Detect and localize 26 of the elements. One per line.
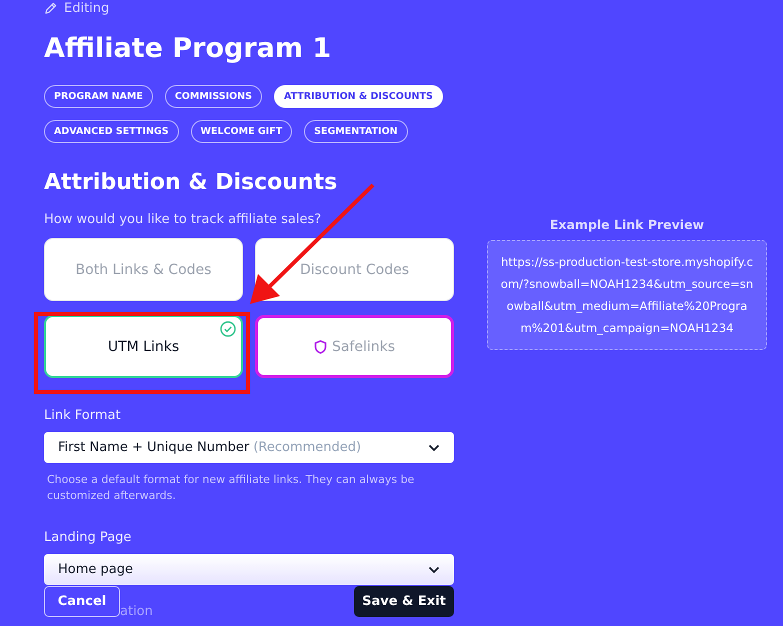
chevron-down-icon [428, 566, 440, 574]
section-tab[interactable]: COMMISSIONS [164, 85, 262, 108]
tracking-option[interactable]: UTM Links [44, 315, 243, 378]
section-title: Attribution & Discounts [44, 169, 338, 197]
section-tab[interactable]: ATTRIBUTION & DISCOUNTS [274, 85, 443, 108]
landing-page-select[interactable]: Home page [44, 554, 454, 585]
section-tab[interactable]: WELCOME GIFT [190, 120, 292, 143]
section-tab[interactable]: SEGMENTATION [304, 120, 408, 143]
shield-icon [314, 340, 327, 354]
question-text: How would you like to track affiliate sales? [44, 212, 322, 227]
field-label: Landing Page [44, 530, 132, 545]
section-tab[interactable]: PROGRAM NAME [44, 85, 153, 108]
section-tab[interactable]: ADVANCED SETTINGS [44, 120, 179, 143]
link-preview: https://ss-production-test-store.myshopify.com/?snowball=NOAH1234&utm_source=snowball&utm_medium=Affiliate%20Program%201&utm_campaign=NOAH1234 [487, 240, 767, 350]
help-text: Choose a default format for new affiliate links. They can always be customized afterwards. [46, 472, 416, 504]
link-format-select[interactable]: First Name + Unique Number (Recommended) [44, 432, 454, 463]
field-label: Link Format [44, 408, 122, 423]
preview-title: Example Link Preview [550, 217, 704, 232]
pencil-icon [44, 2, 57, 14]
page-title: Affiliate Program 1 [44, 33, 332, 65]
cancel-button[interactable]: Cancel [44, 586, 120, 617]
editing-label: Editing [64, 0, 110, 16]
save-button[interactable]: Save & Exit [354, 586, 454, 617]
field-label: ation [120, 604, 153, 619]
chevron-down-icon [428, 444, 440, 452]
check-circle-icon [220, 321, 236, 337]
